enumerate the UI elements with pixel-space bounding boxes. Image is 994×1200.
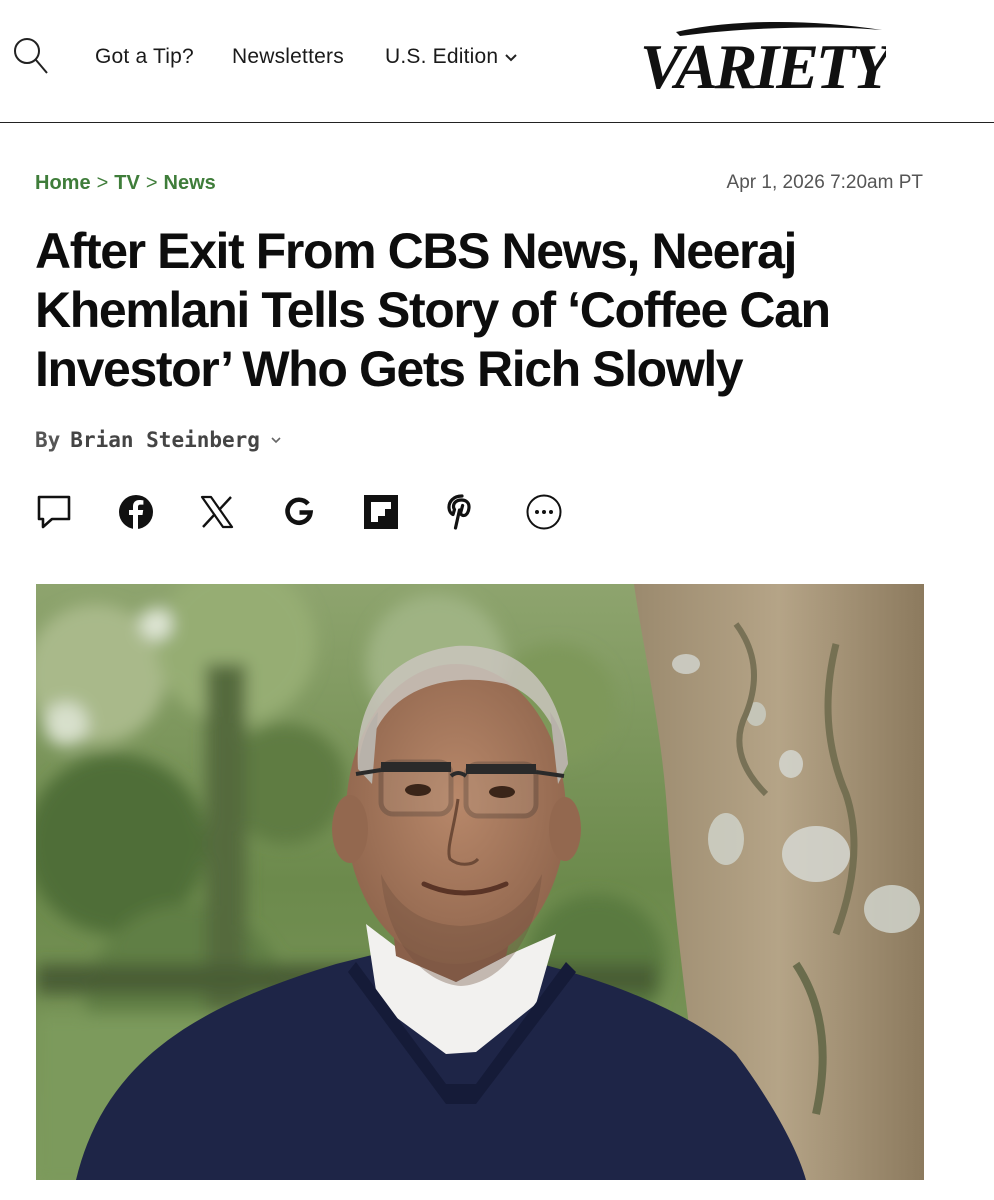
newsletters-link[interactable]: Newsletters xyxy=(232,45,344,69)
breadcrumb-tv[interactable]: TV xyxy=(114,172,140,195)
google-icon[interactable] xyxy=(280,493,318,531)
breadcrumb-separator: > xyxy=(96,172,109,194)
breadcrumb-news[interactable]: News xyxy=(164,172,216,195)
more-icon[interactable] xyxy=(525,493,563,531)
chevron-down-icon[interactable] xyxy=(270,436,282,444)
article-headline: After Exit From CBS News, Neeraj Khemlan… xyxy=(35,222,935,399)
byline: By Brian Steinberg xyxy=(35,428,282,452)
comment-icon[interactable] xyxy=(35,493,73,531)
facebook-icon[interactable] xyxy=(117,493,155,531)
hero-photo xyxy=(36,584,924,1180)
chevron-down-icon xyxy=(505,54,518,62)
got-a-tip-link[interactable]: Got a Tip? xyxy=(95,45,194,69)
breadcrumb: Home > TV > News xyxy=(35,172,216,195)
headline-line: After Exit From CBS News, Neeraj xyxy=(35,223,797,279)
headline-line: Khemlani Tells Story of ‘Coffee Can xyxy=(35,282,831,338)
search-icon[interactable] xyxy=(12,36,52,78)
site-header: Got a Tip? Newsletters U.S. Edition VARI… xyxy=(0,0,994,123)
author-name[interactable]: Brian Steinberg xyxy=(70,428,260,452)
logo-text: VARIETY xyxy=(640,31,886,96)
byline-prefix: By xyxy=(35,428,61,452)
publish-timestamp: Apr 1, 2026 7:20am PT xyxy=(726,172,923,193)
edition-label: U.S. Edition xyxy=(385,45,499,68)
breadcrumb-home[interactable]: Home xyxy=(35,172,91,195)
x-icon[interactable] xyxy=(198,493,236,531)
edition-dropdown[interactable]: U.S. Edition xyxy=(385,45,518,69)
headline-line: Investor’ Who Gets Rich Slowly xyxy=(35,341,744,397)
variety-logo[interactable]: VARIETY xyxy=(636,18,899,102)
pinterest-icon[interactable] xyxy=(443,493,481,531)
flipboard-icon[interactable] xyxy=(362,493,400,531)
breadcrumb-separator: > xyxy=(145,172,158,194)
